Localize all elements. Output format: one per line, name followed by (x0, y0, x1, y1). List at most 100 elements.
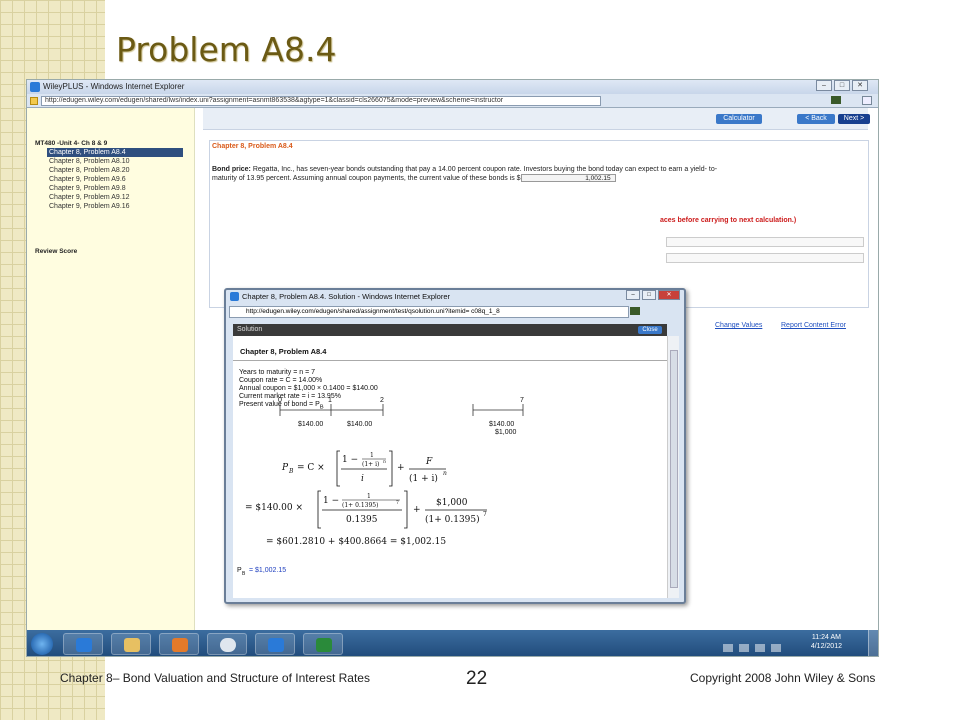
sidebar-item-a8-20[interactable]: Chapter 8, Problem A8.20 (47, 166, 183, 175)
tray-arrow-icon[interactable] (723, 644, 733, 652)
ie-icon (230, 292, 239, 301)
popup-url: http://edugen.wiley.com/edugen/shared/as… (246, 308, 500, 315)
clock[interactable]: 11:24 AM 4/12/2012 (811, 633, 842, 651)
dell-icon (220, 638, 236, 652)
taskbar-explorer[interactable] (111, 633, 151, 655)
footer-copyright: Copyright 2008 John Wiley & Sons (690, 671, 876, 685)
problem-text-2: maturity of 13.95 percent. Assuming annu… (212, 175, 521, 182)
taskbar-excel[interactable] (303, 633, 343, 655)
rounding-note: aces before carrying to next calculation… (660, 217, 797, 224)
taskbar-ie[interactable] (63, 633, 103, 655)
formula-den2-2: (1+ 0.1395) (425, 514, 480, 525)
formula-one-minus: 1 − (342, 455, 358, 465)
print-icon[interactable] (862, 96, 872, 105)
minimize-button[interactable]: – (816, 80, 832, 91)
media-player-icon (172, 638, 188, 652)
answer-row (666, 237, 864, 247)
formula-plus-2: + (413, 505, 421, 515)
popup-maximize-button[interactable]: □ (642, 290, 656, 300)
formula-one-minus-2: 1 − (323, 496, 339, 506)
system-tray (723, 639, 803, 652)
solution-bar: Solution Close (233, 324, 667, 336)
report-error-link[interactable]: Report Content Error (781, 322, 846, 329)
maximize-button[interactable]: □ (834, 80, 850, 91)
formula-n1: n (383, 460, 386, 465)
next-button[interactable]: Next > (838, 114, 870, 124)
volume-icon[interactable] (771, 644, 781, 652)
cashflow-7-coupon: $140.00 (489, 421, 514, 428)
answer-row (666, 253, 864, 263)
formula-den2: (1 + i) (409, 473, 438, 484)
sidebar-item-a9-12[interactable]: Chapter 9, Problem A9.12 (47, 193, 183, 202)
popup-title: Chapter 8, Problem A8.4. Solution - Wind… (242, 292, 451, 301)
popup-minimize-button[interactable]: – (626, 290, 640, 300)
change-values-link[interactable]: Change Values (715, 322, 762, 329)
popup-titlebar: Chapter 8, Problem A8.4. Solution - Wind… (226, 290, 684, 303)
problem-label: Bond price: (212, 166, 251, 173)
sidebar-item-a8-4[interactable]: Chapter 8, Problem A8.4 (47, 148, 183, 157)
taskbar-media[interactable] (159, 633, 199, 655)
pb-subscript: B (288, 468, 294, 475)
excel-icon (316, 638, 332, 652)
sidebar-item-a9-8[interactable]: Chapter 9, Problem A9.8 (47, 184, 183, 193)
timeline: 0 1 2 7 $140.00 $140.00 $140.00 $1,000 (278, 397, 524, 436)
clock-date: 4/12/2012 (810, 643, 842, 650)
browser-titlebar: WileyPLUS - Windows Internet Explorer – … (27, 80, 878, 94)
review-score-link[interactable]: Review Score (35, 248, 77, 255)
formula-n2: n (443, 470, 447, 477)
back-button[interactable]: < Back (797, 114, 835, 124)
cashflow-2: $140.00 (347, 421, 372, 428)
url-field[interactable]: http://edugen.wiley.com/edugen/shared/lw… (41, 96, 601, 106)
problem-list: Chapter 8, Problem A8.4 Chapter 8, Probl… (47, 148, 183, 211)
sidebar-item-a8-10[interactable]: Chapter 8, Problem A8.10 (47, 157, 183, 166)
solution-popup: Chapter 8, Problem A8.4. Solution - Wind… (224, 288, 686, 604)
scroll-thumb[interactable] (670, 350, 678, 588)
ie-icon (76, 638, 92, 652)
network-icon[interactable] (755, 644, 765, 652)
popup-close-button[interactable]: ✕ (658, 290, 680, 300)
tick-7: 7 (520, 397, 524, 404)
start-button[interactable] (31, 633, 53, 655)
solution-bar-label: Solution (237, 326, 263, 333)
popup-url-field[interactable]: http://edugen.wiley.com/edugen/shared/as… (229, 306, 629, 318)
sidebar-item-a9-16[interactable]: Chapter 9, Problem A9.16 (47, 202, 183, 211)
close-button[interactable]: ✕ (852, 80, 868, 91)
pb-symbol: P (281, 463, 289, 473)
formula-num1: 1 (370, 452, 374, 459)
address-bar: http://edugen.wiley.com/edugen/shared/lw… (27, 94, 878, 108)
page-icon (30, 97, 38, 105)
course-title: MT480 -Unit 4- Ch 8 & 9 (35, 140, 108, 147)
formula-result: = $601.2810 + $400.8664 = $1,002.15 (266, 537, 446, 547)
formula-face-value: $1,000 (436, 498, 468, 508)
calculator-button[interactable]: Calculator (716, 114, 762, 124)
solution-math: 0 1 2 7 $140.00 $140.00 $140.00 $1,000 P… (237, 397, 524, 577)
footer-chapter: Chapter 8– Bond Valuation and Structure … (60, 671, 370, 685)
formula-num1-2: 1 (367, 493, 371, 500)
taskbar-ie-2[interactable] (255, 633, 295, 655)
formula-den1: (1+ i) (362, 461, 379, 468)
flag-icon[interactable] (831, 96, 841, 104)
ie-icon (30, 82, 40, 92)
popup-scrollbar[interactable] (667, 336, 679, 598)
formula-f: F (425, 457, 433, 467)
flag-icon[interactable] (739, 644, 749, 652)
taskbar-dell[interactable] (207, 633, 247, 655)
solution-close-button[interactable]: Close (638, 326, 662, 334)
tick-0: 0 (278, 397, 282, 404)
answer-field[interactable]: 1,002.15 (520, 174, 616, 183)
formula-plus: + (397, 463, 405, 473)
sidebar: MT480 -Unit 4- Ch 8 & 9 Chapter 8, Probl… (27, 108, 195, 630)
formula-c: = C × (297, 463, 325, 473)
cashflow-7-principal: $1,000 (495, 429, 517, 436)
sidebar-item-a9-6[interactable]: Chapter 9, Problem A9.6 (47, 175, 183, 184)
tick-1: 1 (328, 397, 332, 404)
browser-title: WileyPLUS - Windows Internet Explorer (43, 82, 185, 91)
problem-heading: Chapter 8, Problem A8.4 (212, 143, 293, 150)
show-desktop-button[interactable] (868, 630, 878, 656)
formula-i: i (361, 474, 364, 484)
slide-number: 22 (466, 668, 488, 689)
flag-icon[interactable] (630, 307, 640, 315)
formula-substituted: = $140.00 × (245, 503, 303, 513)
tick-2: 2 (380, 397, 384, 404)
solution-body: Chapter 8, Problem A8.4 Years to maturit… (233, 336, 667, 598)
